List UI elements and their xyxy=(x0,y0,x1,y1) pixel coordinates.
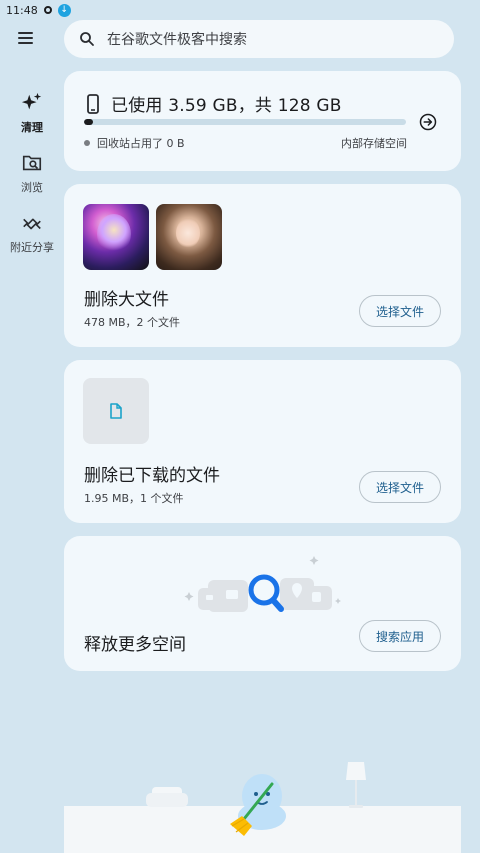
storage-location: 内部存储空间 xyxy=(341,137,407,150)
search-apps-button[interactable]: 搜索应用 xyxy=(359,620,441,652)
file-thumbnail xyxy=(83,204,149,270)
download-status-icon: ↓ xyxy=(57,3,71,17)
file-thumbnail xyxy=(156,204,222,270)
nav-label-clean: 清理 xyxy=(21,121,43,134)
downloaded-files-card[interactable]: 删除已下载的文件 1.95 MB，1 个文件 选择文件 xyxy=(64,360,461,523)
storage-header: 已使用 3.59 GB，共 128 GB xyxy=(84,91,342,116)
app-search-illustration xyxy=(184,556,341,612)
notification-icon xyxy=(43,6,52,14)
select-large-files-button[interactable]: 选择文件 xyxy=(359,295,441,327)
search-icon xyxy=(80,32,94,46)
large-files-title: 删除大文件 xyxy=(84,290,169,310)
phone-icon xyxy=(87,93,99,114)
status-time: 11:48 xyxy=(6,3,38,17)
nav-label-nearby: 附近分享 xyxy=(10,241,54,254)
recycle-bin-dot xyxy=(84,140,90,146)
lamp-icon xyxy=(346,762,366,808)
status-bar: 11:48 ↓ xyxy=(0,0,480,20)
downloaded-files-subtitle: 1.95 MB，1 个文件 xyxy=(84,492,184,505)
search-input[interactable]: 在谷歌文件极客中搜索 xyxy=(107,29,247,49)
large-files-card[interactable]: 删除大文件 478 MB，2 个文件 选择文件 xyxy=(64,184,461,347)
sparkle-icon xyxy=(21,92,42,110)
file-placeholder-thumbnail xyxy=(83,378,149,444)
recycle-bin-usage: 回收站占用了 0 B xyxy=(84,135,185,151)
storage-progress-bar xyxy=(84,119,406,125)
recycle-bin-text: 回收站占用了 0 B xyxy=(97,137,185,150)
document-icon xyxy=(110,403,122,419)
arrow-right-circle-icon[interactable] xyxy=(419,113,437,131)
storage-progress-fill xyxy=(84,119,94,125)
nav-item-browse[interactable]: 浏览 xyxy=(0,152,64,212)
sofa-icon xyxy=(146,787,188,807)
storage-usage-text: 已使用 3.59 GB，共 128 GB xyxy=(111,96,342,116)
nearby-share-icon xyxy=(23,218,41,230)
select-downloaded-files-button[interactable]: 选择文件 xyxy=(359,471,441,503)
menu-icon[interactable] xyxy=(18,28,40,48)
search-bar[interactable]: 在谷歌文件极客中搜索 xyxy=(64,20,454,58)
storage-card[interactable]: 已使用 3.59 GB，共 128 GB 回收站占用了 0 B 内部存储空间 xyxy=(64,71,461,171)
nav-label-browse: 浏览 xyxy=(21,181,43,194)
free-space-card[interactable]: 释放更多空间 搜索应用 xyxy=(64,536,461,671)
large-files-subtitle: 478 MB，2 个文件 xyxy=(84,316,181,329)
nav-item-clean[interactable]: 清理 xyxy=(0,92,64,152)
navigation-rail: 清理 浏览 附近分享 xyxy=(0,92,64,272)
folder-search-icon xyxy=(22,155,42,171)
downloaded-files-title: 删除已下载的文件 xyxy=(84,466,220,486)
broom-mascot-illustration xyxy=(230,774,286,836)
nav-item-nearby[interactable]: 附近分享 xyxy=(0,212,64,272)
free-space-title: 释放更多空间 xyxy=(84,635,186,655)
